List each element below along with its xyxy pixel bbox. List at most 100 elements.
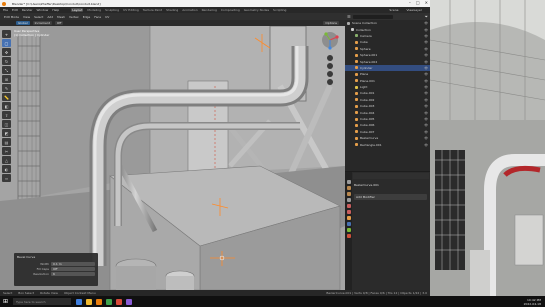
- visibility-eye-icon[interactable]: 👁: [424, 123, 428, 127]
- select-box-icon[interactable]: ▢: [2, 39, 11, 47]
- taskbar-app-icon[interactable]: [86, 298, 93, 305]
- scene-selector[interactable]: Scene: [389, 8, 398, 12]
- start-menu-icon[interactable]: ⊞: [3, 298, 8, 305]
- view-layer-selector[interactable]: ViewLayer: [407, 8, 422, 12]
- modifier-tab-icon[interactable]: [346, 222, 351, 226]
- workspace-tab-rendering[interactable]: Rendering: [202, 8, 217, 12]
- maximize-button[interactable]: □: [416, 0, 420, 5]
- visibility-eye-icon[interactable]: 👁: [424, 117, 428, 121]
- menu-uv[interactable]: UV: [105, 15, 109, 19]
- taskbar-app-icon[interactable]: [106, 298, 113, 305]
- menu-window[interactable]: Window: [37, 8, 49, 12]
- visibility-eye-icon[interactable]: 👁: [424, 47, 428, 51]
- orientation-dropdown[interactable]: Global: [16, 21, 30, 25]
- visibility-eye-icon[interactable]: 👁: [424, 130, 428, 134]
- menu-edit[interactable]: Edit: [12, 8, 18, 12]
- knife-icon[interactable]: ✂: [2, 147, 11, 155]
- visibility-eye-icon[interactable]: 👁: [424, 66, 428, 70]
- measure-icon[interactable]: 📏: [2, 93, 11, 101]
- data-tab-icon[interactable]: [346, 228, 351, 232]
- navigation-gizmo[interactable]: [318, 30, 342, 110]
- output-tab-icon[interactable]: [346, 192, 351, 196]
- workspace-tab-layout[interactable]: Layout: [71, 8, 84, 12]
- visibility-eye-icon[interactable]: 👁: [424, 28, 428, 32]
- scale-icon[interactable]: ⤡: [2, 66, 11, 74]
- workspace-tab-sculpting[interactable]: Sculpting: [105, 8, 119, 12]
- visibility-eye-icon[interactable]: 👁: [424, 143, 428, 147]
- snap-dropdown[interactable]: Increment: [32, 21, 52, 25]
- render-tab-icon[interactable]: [346, 186, 351, 190]
- minimize-button[interactable]: –: [409, 0, 411, 5]
- bevel-icon[interactable]: ◩: [2, 129, 11, 137]
- visibility-eye-icon[interactable]: 👁: [424, 79, 428, 83]
- workspace-tab-compositing[interactable]: Compositing: [221, 8, 240, 12]
- filter-icon[interactable]: ⏷: [425, 14, 428, 19]
- spin-icon[interactable]: ◐: [2, 165, 11, 173]
- smooth-icon[interactable]: ≈: [2, 174, 11, 182]
- loop-cut-icon[interactable]: ▤: [2, 138, 11, 146]
- visibility-eye-icon[interactable]: 👁: [424, 111, 428, 115]
- visibility-eye-icon[interactable]: 👁: [424, 40, 428, 44]
- visibility-eye-icon[interactable]: 👁: [424, 136, 428, 140]
- scene-tab-icon[interactable]: [346, 204, 351, 208]
- poly-build-icon[interactable]: △: [2, 156, 11, 164]
- options-dropdown[interactable]: Options: [323, 21, 339, 25]
- operator-field-value[interactable]: 0.1 m: [51, 261, 95, 266]
- add-modifier-button[interactable]: Add Modifier: [354, 194, 427, 200]
- visibility-eye-icon[interactable]: 👁: [424, 60, 428, 64]
- menu-select[interactable]: Select: [34, 15, 43, 19]
- visibility-eye-icon[interactable]: 👁: [424, 21, 428, 25]
- outliner-display-mode-icon[interactable]: ☰: [347, 14, 351, 19]
- menu-add[interactable]: Add: [47, 15, 53, 19]
- taskbar-clock[interactable]: 10:42 PM 2022-04-18: [524, 298, 541, 306]
- workspace-tab-geometry-nodes[interactable]: Geometry Nodes: [244, 8, 269, 12]
- visibility-eye-icon[interactable]: 👁: [424, 34, 428, 38]
- visibility-eye-icon[interactable]: 👁: [424, 91, 428, 95]
- workspace-tab-texture-paint[interactable]: Texture Paint: [143, 8, 162, 12]
- outliner-row[interactable]: Rectangle.001 👁: [345, 141, 430, 147]
- visibility-eye-icon[interactable]: 👁: [424, 104, 428, 108]
- workspace-tab-scripting[interactable]: Scripting: [273, 8, 286, 12]
- object-tab-icon[interactable]: [346, 216, 351, 220]
- world-tab-icon[interactable]: [346, 210, 351, 214]
- taskbar-app-icon[interactable]: [96, 298, 103, 305]
- view-layer-tab-icon[interactable]: [346, 198, 351, 202]
- operator-field-value[interactable]: 6: [51, 271, 95, 276]
- taskbar-app-icon[interactable]: [116, 298, 123, 305]
- visibility-eye-icon[interactable]: 👁: [424, 85, 428, 89]
- workspace-tab-modeling[interactable]: Modeling: [87, 8, 101, 12]
- menu-face[interactable]: Face: [94, 15, 101, 19]
- menu-render[interactable]: Render: [22, 8, 33, 12]
- extrude-icon[interactable]: ⇪: [2, 111, 11, 119]
- menu-help[interactable]: Help: [52, 8, 59, 12]
- rotate-icon[interactable]: ↻: [2, 57, 11, 65]
- add-cube-icon[interactable]: ◧: [2, 102, 11, 110]
- annotate-icon[interactable]: ✎: [2, 84, 11, 92]
- visibility-eye-icon[interactable]: 👁: [424, 98, 428, 102]
- last-operator-panel[interactable]: Bevel Curve Width 0.1 m Fill Caps Off Re…: [14, 253, 98, 286]
- taskbar-search-input[interactable]: Type here to search: [13, 298, 72, 305]
- operator-field-value[interactable]: Off: [51, 266, 95, 271]
- cursor-icon[interactable]: ⌖: [2, 30, 11, 38]
- transform-icon[interactable]: ⊞: [2, 75, 11, 83]
- menu-mesh[interactable]: Mesh: [57, 15, 65, 19]
- visibility-eye-icon[interactable]: 👁: [424, 53, 428, 57]
- mode-selector[interactable]: Edit Mode: [4, 15, 19, 19]
- visibility-eye-icon[interactable]: 👁: [424, 72, 428, 76]
- workspace-tab-uv-editing[interactable]: UV Editing: [123, 8, 139, 12]
- menu-edge[interactable]: Edge: [83, 15, 91, 19]
- material-tab-icon[interactable]: [346, 234, 351, 238]
- tool-tab-icon[interactable]: [346, 180, 351, 184]
- inset-icon[interactable]: ◫: [2, 120, 11, 128]
- 3d-viewport[interactable]: [0, 26, 345, 290]
- menu-file[interactable]: File: [3, 8, 8, 12]
- outliner-search-input[interactable]: [352, 14, 393, 19]
- workspace-tab-animation[interactable]: Animation: [182, 8, 197, 12]
- taskbar-app-icon[interactable]: [126, 298, 133, 305]
- workspace-tab-shading[interactable]: Shading: [166, 8, 178, 12]
- move-icon[interactable]: ✥: [2, 48, 11, 56]
- taskbar-app-icon[interactable]: [76, 298, 83, 305]
- proportional-toggle[interactable]: Off: [54, 21, 64, 25]
- menu-view[interactable]: View: [23, 15, 30, 19]
- close-button[interactable]: ✕: [425, 0, 428, 5]
